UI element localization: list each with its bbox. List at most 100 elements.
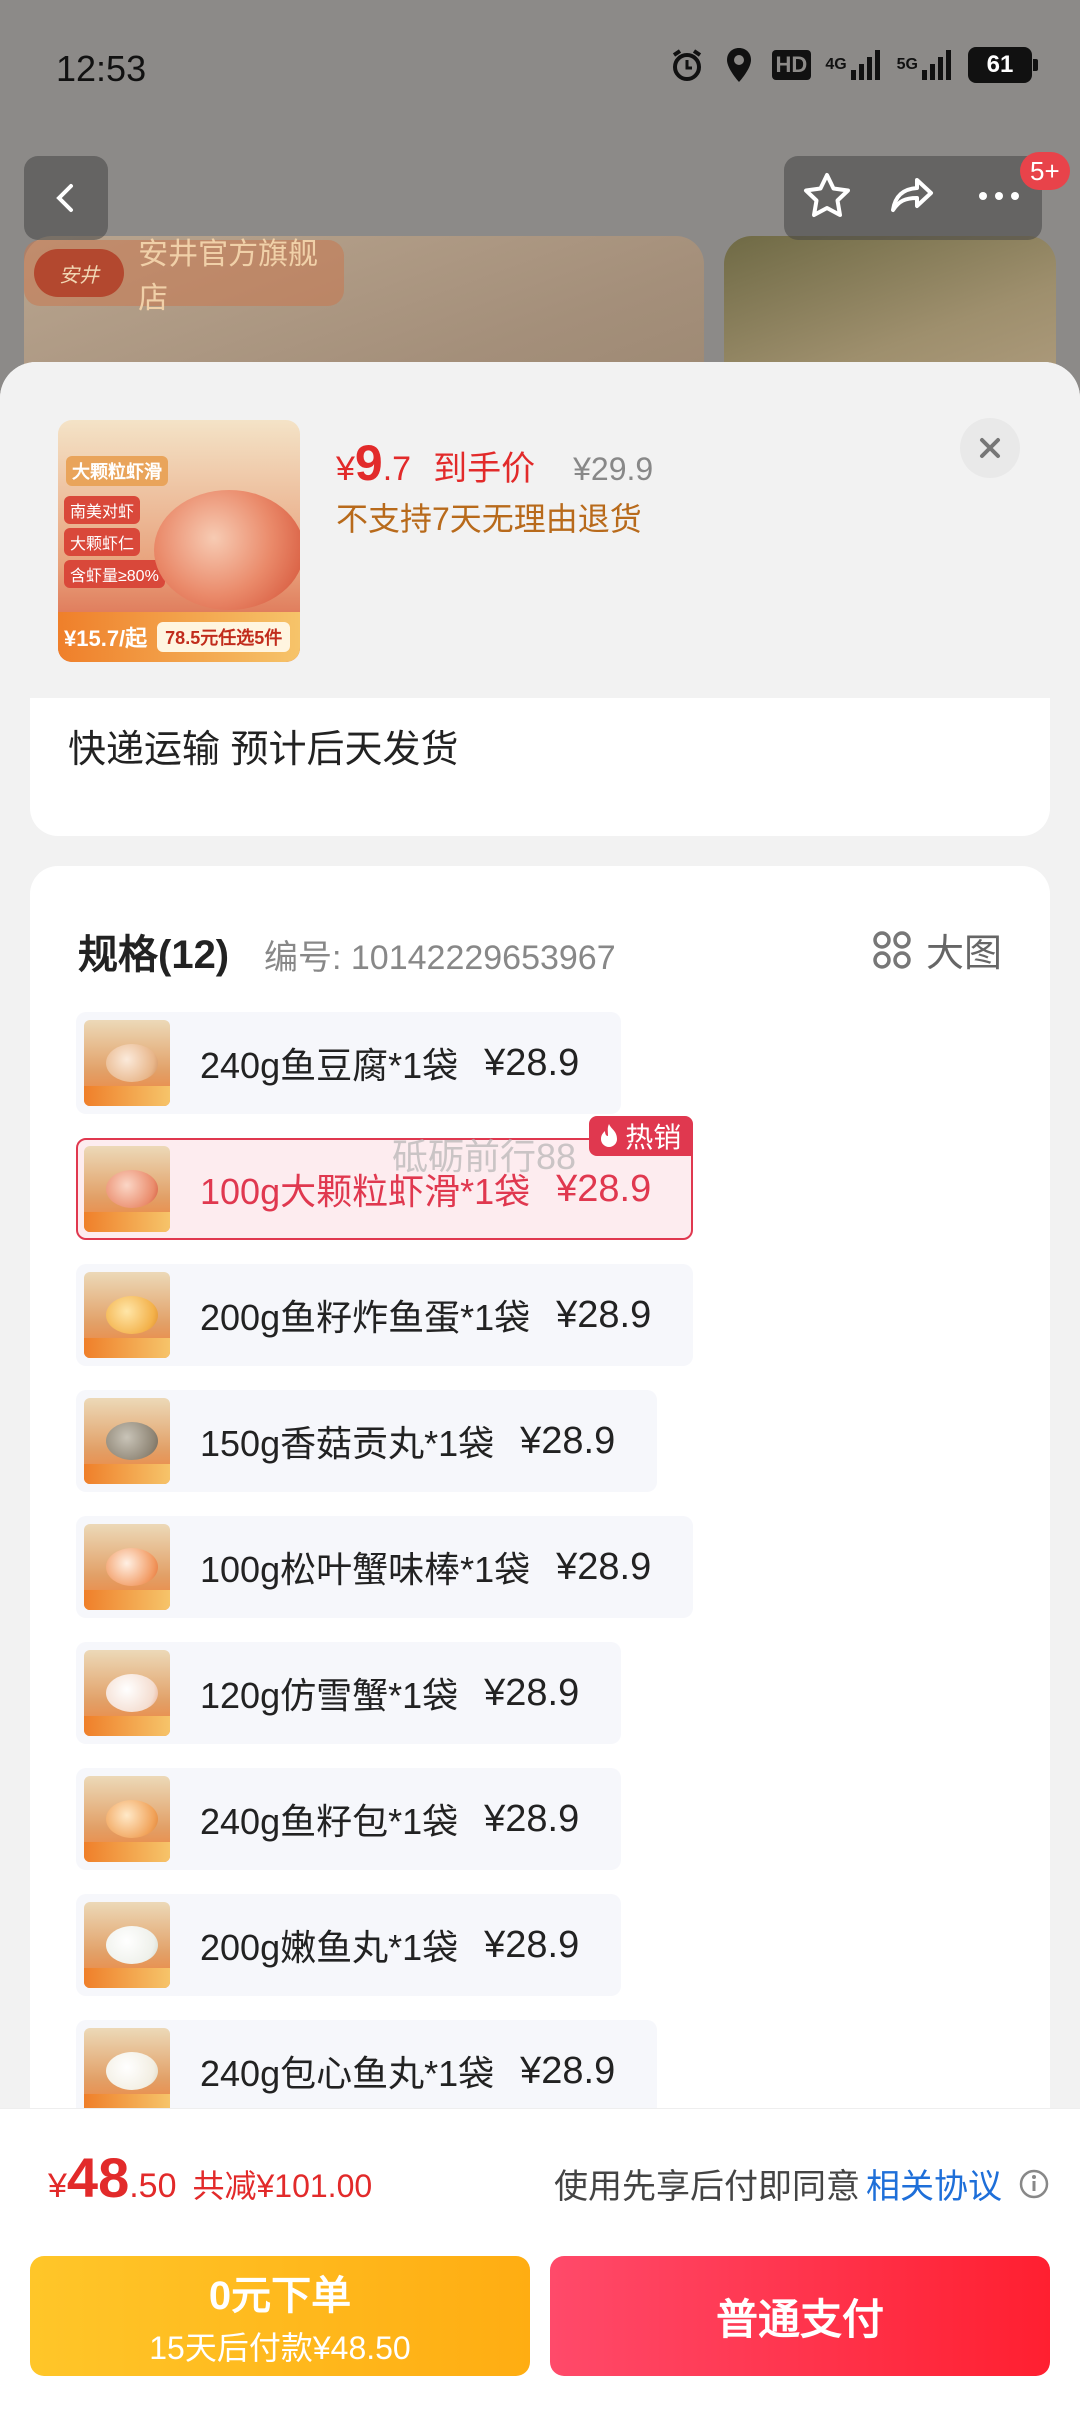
more-button[interactable]: [973, 170, 1025, 227]
share-icon: [891, 177, 933, 212]
thumb-title: 大颗粒虾滑: [66, 456, 168, 486]
location-icon: [720, 46, 758, 84]
grid-icon: [873, 930, 911, 969]
spec-option[interactable]: 150g香菇贡丸*1袋 ¥28.9: [76, 1390, 658, 1492]
big-view-label: 大图: [925, 933, 1002, 975]
price-label: 到手价: [433, 450, 536, 488]
close-button[interactable]: [960, 418, 1020, 478]
spec-thumb: [84, 1146, 170, 1232]
back-button[interactable]: [24, 156, 108, 240]
shipping-info: 快递运输 预计后天发货: [68, 729, 459, 771]
spec-option[interactable]: 240g鱼籽包*1袋 ¥28.9: [76, 1768, 622, 1870]
spec-thumb: [84, 1902, 170, 1988]
close-icon: [980, 438, 1000, 458]
spec-label: 200g嫩鱼丸*1袋: [200, 1927, 459, 1968]
spec-price: ¥28.9: [484, 1041, 580, 1084]
return-policy: 不支持7天无理由退货: [336, 501, 642, 537]
price-line: ¥ 9 .7 到手价 ¥29.9: [336, 434, 653, 492]
hd-icon: HD: [771, 46, 812, 84]
pay-now-button[interactable]: 普通支付: [550, 2256, 1050, 2376]
original-price: ¥29.9: [573, 451, 654, 487]
favorite-button[interactable]: [801, 170, 853, 227]
spec-label: 150g香菇贡丸*1袋: [200, 1423, 495, 1464]
status-icons: HD 4G 5G 61: [668, 46, 1038, 84]
spec-price: ¥28.9: [484, 1671, 580, 1714]
thumb-price: ¥15.7/起: [64, 626, 148, 651]
price-decimal: .7: [382, 450, 412, 488]
spec-thumb: [84, 1398, 170, 1484]
hot-sale-label: 热销: [625, 1122, 682, 1153]
summary-bar: ¥ 48 .50 共减¥101.00 使用先享后付即同意 相关协议: [0, 2108, 1080, 2242]
spec-price: ¥28.9: [484, 1923, 580, 1966]
total-price: ¥ 48 .50 共减¥101.00: [48, 2145, 372, 2210]
more-icon: [979, 191, 1019, 200]
spec-label: 120g仿雪蟹*1袋: [200, 1675, 459, 1716]
spec-label: 200g鱼籽炸鱼蛋*1袋: [200, 1297, 531, 1338]
spec-price: ¥28.9: [520, 2049, 616, 2092]
info-icon[interactable]: [1018, 2168, 1050, 2200]
spec-thumb: [84, 2028, 170, 2114]
watermark: 砥砺前行88: [392, 1136, 577, 1177]
agreement-link[interactable]: 相关协议: [866, 2159, 1002, 2208]
spec-price: ¥28.9: [484, 1797, 580, 1840]
spec-price: ¥28.9: [520, 1419, 616, 1462]
spec-thumb: [84, 1020, 170, 1106]
signal-4g-icon: 4G: [825, 46, 882, 84]
spec-label: 100g松叶蟹味棒*1袋: [200, 1549, 531, 1590]
status-time: 12:53: [56, 48, 147, 89]
spec-option[interactable]: 240g包心鱼丸*1袋 ¥28.9: [76, 2020, 658, 2122]
status-bar: 12:53 HD 4G 5G 61: [0, 0, 1080, 140]
spec-selection-sheet: 大颗粒虾滑 南美对虾 大颗虾仁 含虾量≥80% ¥15.7/起 78.5元任选5…: [0, 362, 1080, 2412]
action-bar: 0元下单 15天后付款¥48.50 普通支付: [0, 2242, 1080, 2412]
store-logo: 安井: [34, 249, 125, 297]
spec-option[interactable]: 200g嫩鱼丸*1袋 ¥28.9: [76, 1894, 622, 1996]
total-integer: 48: [66, 2146, 130, 2209]
thumb-tag: 含虾量≥80%: [64, 560, 165, 588]
spec-thumb: [84, 1272, 170, 1358]
pay-later-button[interactable]: 0元下单 15天后付款¥48.50: [30, 2256, 530, 2376]
alarm-icon: [668, 46, 706, 84]
hot-sale-tag: 热销: [589, 1116, 694, 1156]
pay-later-title: 0元下单: [208, 2274, 352, 2318]
big-view-toggle[interactable]: 大图: [872, 922, 1002, 977]
star-icon: [804, 172, 850, 217]
agreement-text: 使用先享后付即同意: [554, 2168, 860, 2206]
agreement-notice: 使用先享后付即同意 相关协议: [554, 2159, 1050, 2208]
spec-option-selected[interactable]: 100g大颗粒虾滑*1袋 ¥28.9 热销: [76, 1116, 694, 1240]
message-badge: 5+: [1020, 152, 1070, 190]
spec-option[interactable]: 120g仿雪蟹*1袋 ¥28.9: [76, 1642, 622, 1744]
thumb-food-image: [154, 490, 300, 610]
store-name: 安井官方旗舰店: [138, 238, 319, 315]
spec-list: 240g鱼豆腐*1袋 ¥28.9 100g大颗粒虾滑*1袋 ¥28.9 热销 2…: [76, 1012, 1016, 2146]
price-currency: ¥: [336, 450, 355, 488]
spec-label: 240g鱼豆腐*1袋: [200, 1045, 459, 1086]
spec-label: 240g鱼籽包*1袋: [200, 1801, 459, 1842]
spec-option[interactable]: 100g松叶蟹味棒*1袋 ¥28.9: [76, 1516, 694, 1618]
spec-title: 规格(12): [78, 933, 230, 977]
spec-thumb: [84, 1524, 170, 1610]
thumb-tag: 大颗虾仁: [64, 528, 141, 556]
share-button[interactable]: [887, 170, 939, 227]
total-decimal: .50: [129, 2167, 177, 2205]
price-integer: 9: [354, 435, 383, 491]
battery-indicator: 61: [968, 47, 1038, 83]
total-currency: ¥: [48, 2167, 67, 2205]
pay-later-subtitle: 15天后付款¥48.50: [149, 2330, 411, 2366]
spec-price: ¥28.9: [556, 1545, 652, 1588]
product-thumbnail[interactable]: 大颗粒虾滑 南美对虾 大颗虾仁 含虾量≥80% ¥15.7/起 78.5元任选5…: [58, 420, 300, 662]
chevron-left-icon: [56, 184, 73, 212]
spec-thumb: [84, 1776, 170, 1862]
signal-5g-icon: 5G: [897, 46, 954, 84]
thumb-promo: 78.5元任选5件: [157, 622, 291, 652]
thumb-promo-strip: ¥15.7/起 78.5元任选5件: [58, 612, 300, 662]
spec-option[interactable]: 240g鱼豆腐*1袋 ¥28.9: [76, 1012, 622, 1114]
spec-option[interactable]: 200g鱼籽炸鱼蛋*1袋 ¥28.9: [76, 1264, 694, 1366]
spec-thumb: [84, 1650, 170, 1736]
total-discount: 共减¥101.00: [192, 2168, 373, 2204]
nav-actions: [784, 156, 1042, 240]
store-banner: 安井 安井官方旗舰店: [24, 238, 344, 315]
spec-price: ¥28.9: [556, 1293, 652, 1336]
sheet-header: 大颗粒虾滑 南美对虾 大颗虾仁 含虾量≥80% ¥15.7/起 78.5元任选5…: [0, 362, 1080, 698]
flame-icon: [601, 1124, 618, 1147]
shipping-card: 快递运输 预计后天发货: [30, 688, 1050, 836]
